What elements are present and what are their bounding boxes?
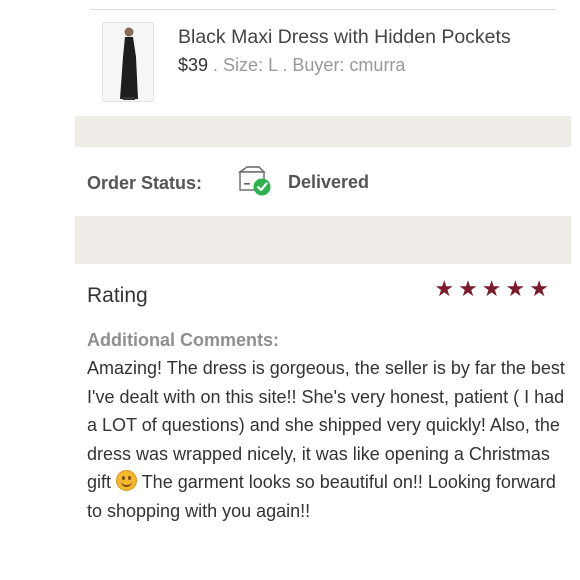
item-price: $39 xyxy=(178,55,209,75)
section-divider xyxy=(75,216,571,264)
order-status-label: Order Status: xyxy=(87,173,203,193)
order-status-card: Order Status: Delivered xyxy=(75,147,571,216)
order-status-value: Delivered xyxy=(288,172,370,192)
dress-image xyxy=(103,23,153,101)
item-thumbnail[interactable] xyxy=(102,22,154,102)
star-rating: ★ ★ ★ ★ ★ xyxy=(434,278,549,300)
package-delivered-icon xyxy=(237,165,274,197)
star-icon: ★ xyxy=(458,276,478,301)
star-icon: ★ xyxy=(505,276,526,301)
divider-line xyxy=(90,9,556,10)
star-icon: ★ xyxy=(529,276,549,301)
section-divider xyxy=(75,116,571,147)
item-size-buyer: . Size: L . Buyer: cmurra xyxy=(208,55,406,75)
smile-emoji-icon xyxy=(116,470,138,491)
star-icon: ★ xyxy=(434,276,455,301)
item-card[interactable]: Black Maxi Dress with Hidden Pockets $39… xyxy=(75,0,571,116)
rating-title: Rating xyxy=(87,284,148,307)
rating-card: Rating ★ ★ ★ ★ ★ Additional Comments: Am… xyxy=(75,264,571,564)
star-icon: ★ xyxy=(481,276,502,301)
item-meta: $39 . Size: L . Buyer: cmurra xyxy=(178,55,405,76)
comments-body: Amazing! The dress is gorgeous, the sell… xyxy=(87,354,565,525)
comments-text: The garment looks so beautiful on!! Look… xyxy=(87,472,556,521)
comments-heading: Additional Comments: xyxy=(87,330,279,350)
item-title[interactable]: Black Maxi Dress with Hidden Pockets xyxy=(178,26,511,49)
